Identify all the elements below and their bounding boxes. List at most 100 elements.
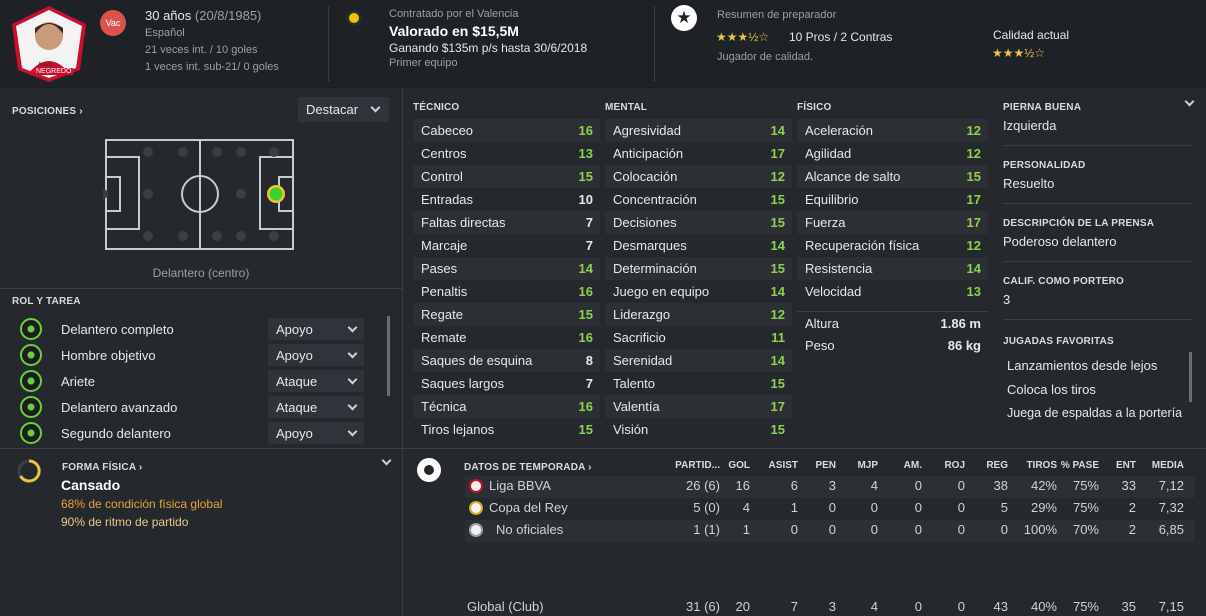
duty-dropdown[interactable]: Ataque xyxy=(268,370,364,392)
duty-dropdown[interactable]: Apoyo xyxy=(268,318,364,340)
club-crest-icon[interactable] xyxy=(346,10,362,26)
attribute-row[interactable]: Control 15 xyxy=(413,165,600,188)
gk-rating-label: CALIF. COMO PORTERO xyxy=(1003,276,1125,287)
competition-name[interactable]: No oficiales xyxy=(496,522,563,537)
attribute-value: 13 xyxy=(578,146,593,161)
attribute-row[interactable]: Valentía 17 xyxy=(605,395,792,418)
vac-badge-label: Vac xyxy=(105,18,121,28)
attribute-row[interactable]: Fuerza 17 xyxy=(797,211,988,234)
attribute-name: Valentía xyxy=(613,399,660,414)
duty-dropdown[interactable]: Apoyo xyxy=(268,422,364,444)
info-collapse-icon[interactable] xyxy=(1184,96,1195,107)
attribute-value: 8 xyxy=(585,353,593,368)
attribute-row[interactable]: Entradas 10 xyxy=(413,188,600,211)
positions-title[interactable]: POSICIONES › xyxy=(12,106,83,117)
attribute-row[interactable]: Centros 13 xyxy=(413,142,600,165)
role-row[interactable]: Delantero completo Apoyo xyxy=(14,317,382,341)
attribute-row[interactable]: Juego en equipo 14 xyxy=(605,280,792,303)
attribute-row[interactable]: Penaltis 16 xyxy=(413,280,600,303)
attribute-row[interactable]: Serenidad 14 xyxy=(605,349,792,372)
attribute-row[interactable]: Decisiones 15 xyxy=(605,211,792,234)
attribute-name: Talento xyxy=(613,376,655,391)
attribute-row[interactable]: Sacrificio 11 xyxy=(605,326,792,349)
vac-badge[interactable]: Vac xyxy=(100,10,126,36)
ppm-item: Juega de espaldas a la portería xyxy=(1007,406,1183,420)
attribute-row[interactable]: Saques largos 7 xyxy=(413,372,600,395)
stat-column-header[interactable]: MEDIA xyxy=(1124,460,1184,471)
total-row-label: Global (Club) xyxy=(467,599,544,614)
attribute-value: 12 xyxy=(770,169,785,184)
position-label: Delantero (centro) xyxy=(152,266,250,280)
attribute-row[interactable]: Colocación 12 xyxy=(605,165,792,188)
attribute-row[interactable]: Concentración 15 xyxy=(605,188,792,211)
role-circle-icon xyxy=(20,344,42,366)
role-name: Delantero completo xyxy=(61,321,174,337)
highlight-dropdown[interactable]: Destacar xyxy=(298,97,389,122)
attribute-row[interactable]: Visión 15 xyxy=(605,418,792,441)
role-row[interactable]: Hombre objetivo Apoyo xyxy=(14,343,382,367)
attribute-row[interactable]: Pases 14 xyxy=(413,257,600,280)
role-row[interactable]: Ariete Ataque xyxy=(14,369,382,393)
attribute-row[interactable]: Anticipación 17 xyxy=(605,142,792,165)
ppm-scrollbar[interactable] xyxy=(1189,352,1192,402)
duty-dropdown[interactable]: Apoyo xyxy=(268,344,364,366)
attribute-row[interactable]: Marcaje 7 xyxy=(413,234,600,257)
fitness-title[interactable]: FORMA FÍSICA › xyxy=(62,462,142,473)
attribute-row[interactable]: Agresividad 14 xyxy=(605,119,792,142)
fitness-collapse-icon[interactable] xyxy=(381,455,392,466)
chevron-down-icon xyxy=(347,322,358,332)
attribute-value: 15 xyxy=(578,169,593,184)
attribute-value: 17 xyxy=(966,192,981,207)
role-name: Hombre objetivo xyxy=(61,347,156,363)
player-name-badge: NEGREDO xyxy=(34,68,74,75)
attribute-row[interactable]: Talento 15 xyxy=(605,372,792,395)
info-panel: PIERNA BUENA Izquierda PERSONALIDAD Resu… xyxy=(993,88,1206,448)
attribute-value: 12 xyxy=(966,146,981,161)
pros-cons[interactable]: 10 Pros / 2 Contras xyxy=(789,30,892,44)
player-portrait[interactable]: NEGREDO Álvaro xyxy=(8,4,90,84)
competition-logo-icon xyxy=(469,479,483,493)
attribute-row[interactable]: Técnica 16 xyxy=(413,395,600,418)
attribute-name: Agilidad xyxy=(805,146,852,161)
role-row[interactable]: Segundo delantero Apoyo xyxy=(14,421,382,445)
current-ability-label: Calidad actual xyxy=(993,28,1070,42)
attribute-name: Velocidad xyxy=(805,284,862,299)
weight-label: Peso xyxy=(805,338,835,353)
attribute-row[interactable]: Aceleración 12 xyxy=(797,119,988,142)
competition-name[interactable]: Liga BBVA xyxy=(489,478,551,493)
attribute-name: Colocación xyxy=(613,169,678,184)
attribute-row[interactable]: Saques de esquina 8 xyxy=(413,349,600,372)
ball-icon[interactable] xyxy=(417,458,441,482)
duty-dropdown[interactable]: Ataque xyxy=(268,396,364,418)
attribute-row[interactable]: Cabeceo 16 xyxy=(413,119,600,142)
fitness-gauge-icon xyxy=(17,459,41,483)
attribute-value: 16 xyxy=(578,123,593,138)
season-title[interactable]: DATOS DE TEMPORADA › xyxy=(464,462,592,473)
dob: (20/8/1985) xyxy=(194,8,262,23)
attribute-name: Fuerza xyxy=(805,215,846,230)
attribute-row[interactable]: Alcance de salto 15 xyxy=(797,165,988,188)
attribute-row[interactable]: Velocidad 13 xyxy=(797,280,988,303)
attribute-name: Marcaje xyxy=(421,238,468,253)
attribute-row[interactable]: Recuperación física 12 xyxy=(797,234,988,257)
star-icon[interactable]: ★ xyxy=(671,5,697,31)
attribute-row[interactable]: Resistencia 14 xyxy=(797,257,988,280)
attribute-value: 11 xyxy=(771,330,785,345)
attribute-row[interactable]: Tiros lejanos 15 xyxy=(413,418,600,441)
role-name: Ariete xyxy=(61,373,95,389)
attribute-row[interactable]: Agilidad 12 xyxy=(797,142,988,165)
role-row[interactable]: Delantero avanzado Ataque xyxy=(14,395,382,419)
attribute-row[interactable]: Desmarques 14 xyxy=(605,234,792,257)
attribute-row[interactable]: Liderazgo 12 xyxy=(605,303,792,326)
attribute-value: 10 xyxy=(578,192,593,207)
chevron-down-icon xyxy=(347,400,358,410)
attribute-name: Liderazgo xyxy=(613,307,671,322)
attribute-row[interactable]: Equilibrio 17 xyxy=(797,188,988,211)
attribute-name: Entradas xyxy=(421,192,474,207)
attribute-row[interactable]: Faltas directas 7 xyxy=(413,211,600,234)
attribute-row[interactable]: Remate 16 xyxy=(413,326,600,349)
roles-scrollbar[interactable] xyxy=(387,316,390,396)
competition-name[interactable]: Copa del Rey xyxy=(489,500,568,515)
attribute-row[interactable]: Regate 15 xyxy=(413,303,600,326)
attribute-row[interactable]: Determinación 15 xyxy=(605,257,792,280)
